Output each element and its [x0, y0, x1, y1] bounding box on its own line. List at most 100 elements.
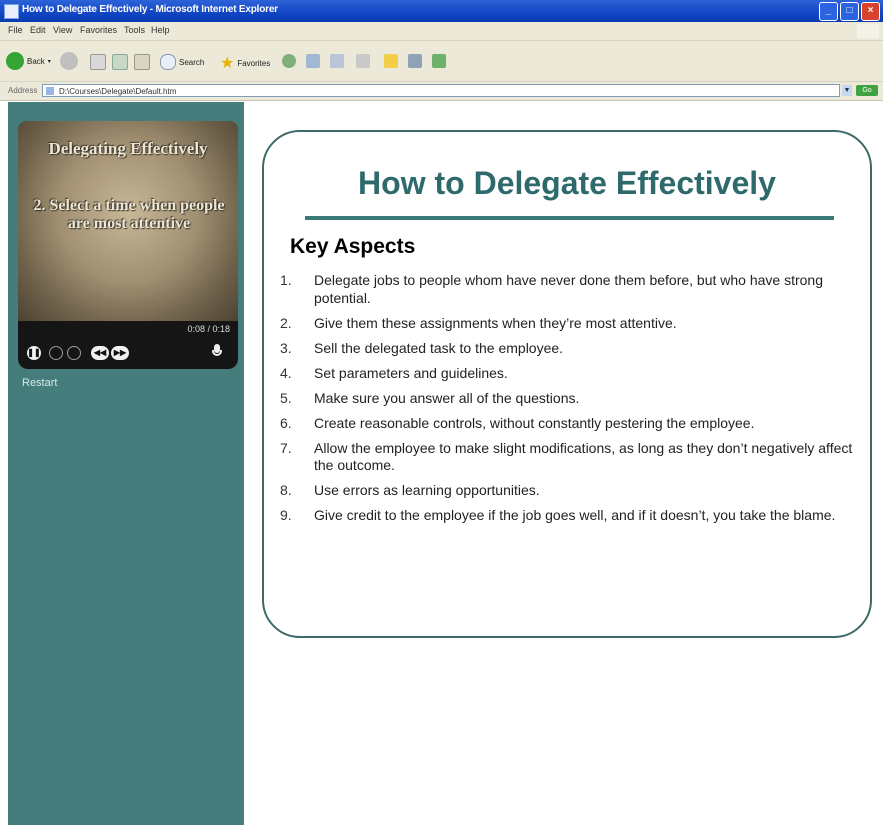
discuss-icon — [408, 54, 422, 68]
windows-logo-icon — [857, 24, 879, 38]
media-icon — [282, 54, 296, 68]
favorites-button[interactable]: ★ Favorites — [220, 53, 270, 73]
folder-icon — [384, 54, 398, 68]
go-button[interactable]: Go — [856, 85, 878, 96]
list-item: 1. Delegate jobs to people whom have neve… — [280, 272, 862, 307]
menu-help[interactable]: Help — [151, 25, 170, 35]
toolbar: Back ▾ Search ★ Favorites — [0, 41, 883, 82]
close-button[interactable]: × — [861, 2, 880, 21]
slide-text: 2. Select a time when people are most at… — [33, 197, 225, 232]
page-title: How to Delegate Effectively — [358, 165, 776, 201]
menu-edit[interactable]: Edit — [30, 25, 46, 35]
messenger-button[interactable] — [432, 54, 446, 68]
refresh-button[interactable] — [112, 54, 128, 70]
print-button[interactable] — [356, 54, 370, 68]
item-text: Use errors as learning opportunities. — [314, 482, 540, 498]
window-titlebar: How to Delegate Effectively - Microsoft … — [0, 0, 883, 22]
item-number: 3. — [280, 339, 292, 356]
menu-tools[interactable]: Tools — [124, 25, 145, 35]
window-controls: _ □ × — [819, 2, 880, 21]
sidebar: Delegating Effectively 2. Select a time … — [8, 102, 244, 825]
window-title: How to Delegate Effectively - Microsoft … — [22, 4, 278, 15]
item-number: 6. — [280, 414, 292, 431]
address-dropdown[interactable]: ▼ — [842, 85, 852, 96]
forward-button[interactable] — [60, 52, 78, 70]
messenger-icon — [432, 54, 446, 68]
list-item: 8. Use errors as learning opportunities. — [280, 482, 862, 500]
item-number: 1. — [280, 272, 292, 288]
item-text: Set parameters and guidelines. — [314, 364, 508, 381]
item-text: Delegate jobs to people whom have never … — [314, 272, 823, 306]
menu-file[interactable]: File — [8, 25, 23, 35]
item-text: Make sure you answer all of the question… — [314, 389, 580, 406]
menu-view[interactable]: View — [53, 25, 72, 35]
item-number: 9. — [280, 507, 292, 523]
item-text: Create reasonable controls, without cons… — [314, 414, 755, 431]
item-text: Allow the employee to make slight modifi… — [314, 439, 853, 474]
search-icon — [160, 54, 176, 70]
menu-favorites[interactable]: Favorites — [80, 25, 117, 35]
minimize-button[interactable]: _ — [819, 2, 838, 21]
item-text: Sell the delegated task to the employee. — [314, 339, 564, 356]
list-item: 9. Give credit to the employee if the job… — [280, 507, 862, 525]
player-controls: 0:08 / 0:18 ❚❚ ◀◀ ▶▶ — [18, 321, 238, 369]
address-bar: Address D:\Courses\Delegate\Default.htm … — [0, 82, 883, 101]
list-item: 6. Create reasonable controls, without co… — [280, 415, 862, 433]
list-item: 5. Make sure you answer all of the questi… — [280, 390, 862, 408]
history-button[interactable] — [306, 54, 320, 68]
next-button[interactable] — [67, 346, 81, 360]
menu-bar: File Edit View Favorites Tools Help — [0, 22, 883, 41]
content-panel: How to Delegate Effectively Key Aspects … — [262, 130, 872, 638]
previous-button[interactable] — [49, 346, 63, 360]
slide-title: Delegating Effectively — [48, 139, 208, 158]
star-icon: ★ — [220, 55, 235, 72]
home-button[interactable] — [134, 54, 150, 70]
item-number: 7. — [280, 439, 292, 456]
list-item: 3. Sell the delegated task to the employe… — [280, 340, 862, 358]
refresh-icon — [112, 54, 128, 70]
mail-button[interactable] — [330, 54, 344, 68]
pause-button[interactable]: ❚❚ — [27, 346, 41, 360]
home-icon — [134, 54, 150, 70]
item-text: Give credit to the employee if the job g… — [314, 507, 836, 523]
microphone-icon[interactable] — [210, 344, 224, 360]
mail-icon — [330, 54, 344, 68]
item-number: 5. — [280, 389, 292, 406]
forward-arrow-icon — [60, 52, 78, 70]
maximize-button[interactable]: □ — [840, 2, 859, 21]
history-icon — [306, 54, 320, 68]
back-button[interactable]: Back ▾ — [6, 52, 51, 70]
rewind-button[interactable]: ◀◀ — [91, 346, 109, 360]
slide-preview: Delegating Effectively 2. Select a time … — [18, 121, 238, 323]
search-label: Search — [179, 57, 205, 67]
address-url: D:\Courses\Delegate\Default.htm — [59, 87, 177, 96]
fast-forward-button[interactable]: ▶▶ — [111, 346, 129, 360]
item-number: 4. — [280, 364, 292, 381]
list-item: 7. Allow the employee to make slight modi… — [280, 440, 862, 475]
address-input[interactable]: D:\Courses\Delegate\Default.htm — [42, 84, 840, 97]
page-icon — [46, 87, 54, 95]
section-heading: Key Aspects — [290, 235, 416, 258]
player-time: 0:08 / 0:18 — [187, 324, 230, 334]
back-arrow-icon — [6, 52, 24, 70]
chevron-down-icon: ▾ — [47, 58, 51, 65]
media-button[interactable] — [282, 54, 296, 68]
ie-icon — [4, 4, 19, 19]
discuss-button[interactable] — [408, 54, 422, 68]
folder-button[interactable] — [384, 54, 398, 68]
favorites-label: Favorites — [237, 58, 271, 68]
stop-icon — [90, 54, 106, 70]
restart-link[interactable]: Restart — [22, 377, 57, 389]
back-label: Back — [27, 56, 45, 66]
list-item: 2. Give them these assignments when they’… — [280, 315, 862, 333]
key-aspects-list: 1. Delegate jobs to people whom have neve… — [280, 272, 862, 532]
stop-button[interactable] — [90, 54, 106, 70]
item-number: 8. — [280, 482, 292, 498]
address-label: Address — [8, 86, 38, 95]
title-divider — [305, 216, 834, 220]
search-button[interactable]: Search — [160, 54, 204, 70]
item-number: 2. — [280, 314, 292, 331]
item-text: Give them these assignments when they’re… — [314, 314, 677, 331]
list-item: 4. Set parameters and guidelines. — [280, 365, 862, 383]
print-icon — [356, 54, 370, 68]
